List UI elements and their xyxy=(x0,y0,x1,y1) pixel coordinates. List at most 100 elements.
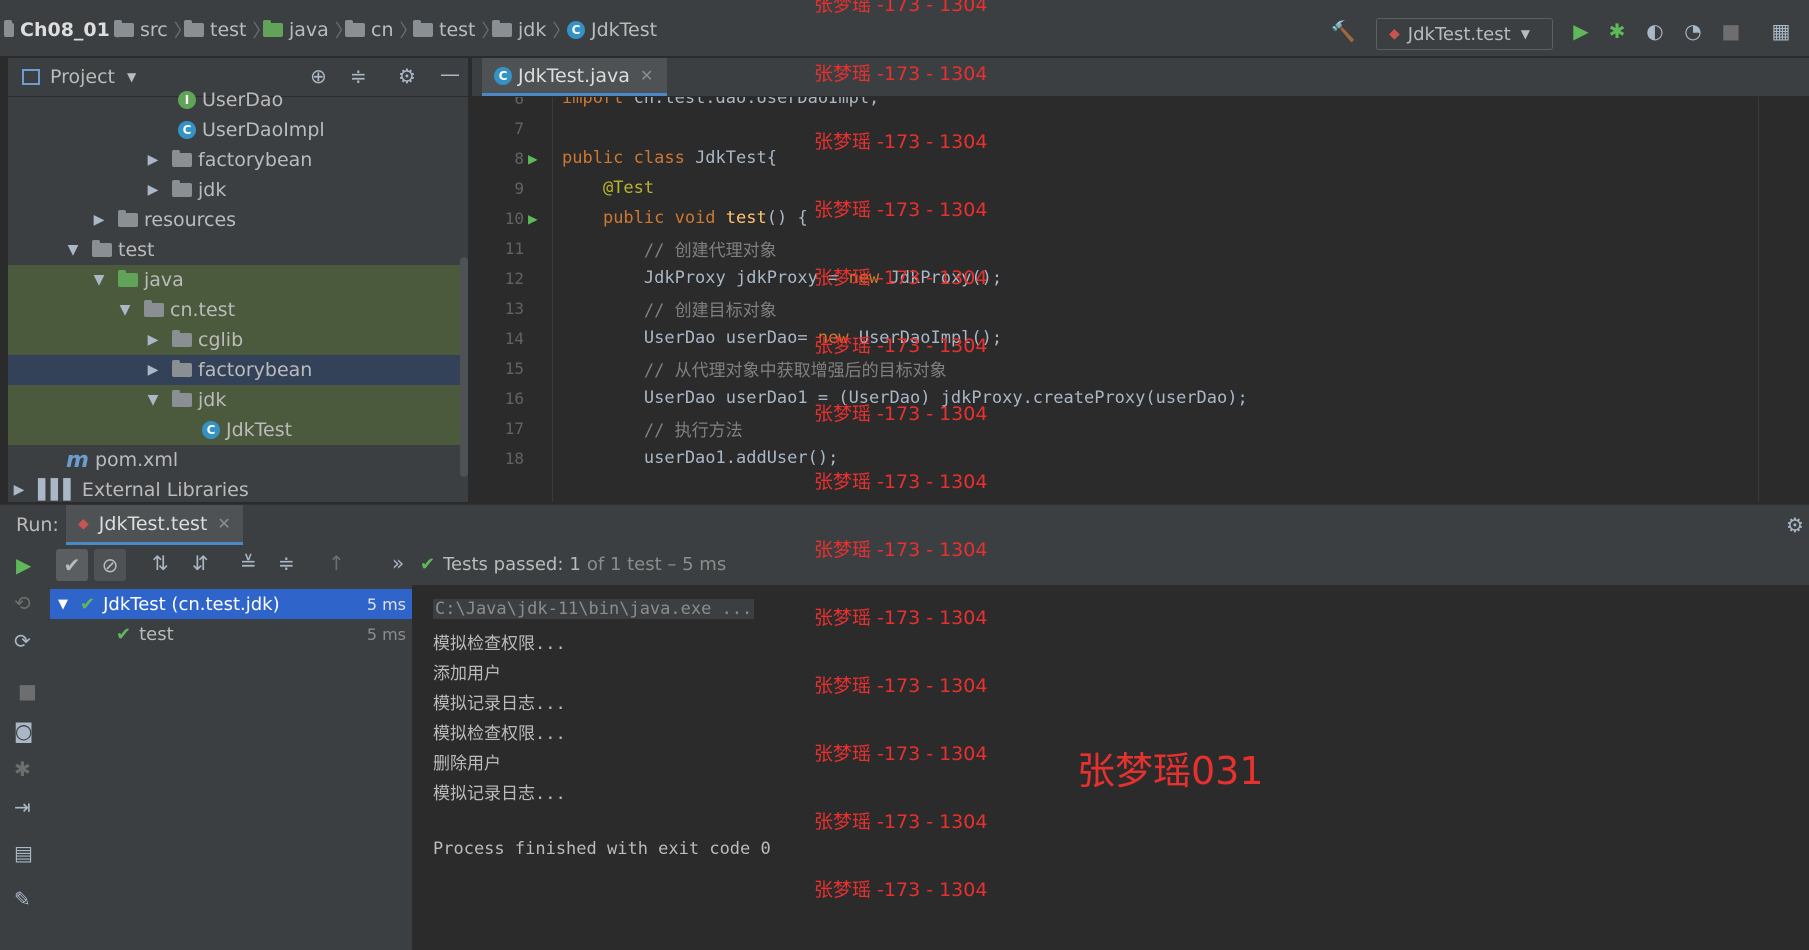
code-line: 8 ▶ public class JdkTest{ xyxy=(514,148,777,168)
run-configuration-select[interactable]: ◆ JdkTest.test ▼ xyxy=(1376,18,1553,50)
expand-arrow-icon[interactable]: ▶ xyxy=(144,332,162,348)
run-label: Run: xyxy=(16,514,59,536)
more-icon[interactable]: » xyxy=(392,551,404,575)
collapse-arrow-icon[interactable]: ▼ xyxy=(58,597,68,612)
collapse-arrow-icon[interactable]: ▼ xyxy=(64,242,82,258)
package-icon xyxy=(172,390,192,407)
project-icon xyxy=(22,69,40,85)
tree-item-factorybean[interactable]: ▶ factorybean xyxy=(8,145,460,175)
tree-item-userdao[interactable]: I UserDao xyxy=(8,85,460,115)
watermark-text: 张梦瑶 -173 - 1304 xyxy=(814,743,988,765)
tree-item-java[interactable]: ▼ java xyxy=(8,265,460,295)
tree-item-label: resources xyxy=(144,209,237,231)
code-line: 18 userDao1.addUser(); xyxy=(504,448,839,468)
expand-arrow-icon[interactable]: ▶ xyxy=(144,152,162,168)
chevron-down-icon: ▼ xyxy=(1520,27,1530,41)
watermark-text: 张梦瑶 -173 - 1304 xyxy=(814,879,988,901)
tree-item-label: test xyxy=(118,239,155,261)
collapse-arrow-icon[interactable]: ▼ xyxy=(144,392,162,408)
show-passed-icon[interactable]: ✔ xyxy=(56,549,88,581)
stop-icon[interactable]: ■ xyxy=(18,679,37,703)
show-ignored-icon[interactable]: ⊘ xyxy=(94,549,126,581)
test-suite-row[interactable]: ▼ ✔ JdkTest (cn.test.jdk) 5 ms xyxy=(50,589,412,619)
watermark-text: 张梦瑶 -173 - 1304 xyxy=(814,675,988,697)
exit-icon[interactable]: ⇥ xyxy=(14,795,31,819)
expand-arrow-icon[interactable]: ▶ xyxy=(144,362,162,378)
tree-item-cglib[interactable]: ▶ cglib xyxy=(8,325,460,355)
chevron-down-icon: ▼ xyxy=(127,70,137,84)
collapse-all-icon[interactable]: ≑ xyxy=(278,551,295,575)
package-icon xyxy=(172,360,192,377)
breadcrumb-label: java xyxy=(289,19,329,41)
breadcrumb-jdk[interactable]: jdk 〉 xyxy=(492,18,570,42)
check-icon: ✔ xyxy=(80,593,96,615)
run-icon[interactable]: ▶ xyxy=(1570,19,1592,43)
tree-item-cn-test[interactable]: ▼ cn.test xyxy=(8,295,460,325)
console-line: C:\Java\jdk-11\bin\java.exe ... xyxy=(433,599,755,619)
folder-icon xyxy=(92,240,112,257)
breadcrumb-test[interactable]: test 〉 xyxy=(184,18,271,42)
sort-by-duration-icon[interactable]: ⇵ xyxy=(192,551,209,575)
console-line: 模拟记录日志... xyxy=(433,784,566,804)
breadcrumb-test-package[interactable]: test 〉 xyxy=(413,18,500,42)
rerun-icon[interactable]: ▶ xyxy=(16,553,31,577)
breadcrumb-cn[interactable]: cn 〉 xyxy=(345,18,418,42)
expand-arrow-icon[interactable]: ▶ xyxy=(10,482,28,498)
code-line: 12 JdkProxy jdkProxy = new JdkProxy(); xyxy=(504,268,1003,288)
run-side-toolbar: ▶ ⟲ ⟳ ■ ◙ ✱ ⇥ ▤ ✎ xyxy=(0,545,51,950)
previous-failed-icon[interactable]: ↑ xyxy=(328,551,345,575)
stop-icon[interactable]: ■ xyxy=(1720,19,1742,43)
tree-item-label: External Libraries xyxy=(81,479,249,501)
expand-arrow-icon[interactable]: ▶ xyxy=(144,182,162,198)
camera-icon[interactable]: ◙ xyxy=(14,719,33,743)
rerun-failed-icon[interactable]: ⟲ xyxy=(14,591,31,615)
run-gutter-icon[interactable]: ▶ xyxy=(528,209,538,228)
package-icon xyxy=(172,150,192,167)
libraries-icon: ▌▌▌ xyxy=(38,479,78,501)
tree-scrollbar[interactable] xyxy=(460,257,468,477)
status-prefix: Tests passed: xyxy=(443,554,564,575)
profile-icon[interactable]: ◔ xyxy=(1682,19,1704,43)
tab-run-jdktest[interactable]: ◆ JdkTest.test ✕ xyxy=(66,505,243,545)
console-line: 模拟记录日志... xyxy=(433,694,566,714)
breadcrumb-java[interactable]: java 〉 xyxy=(263,18,353,42)
close-icon[interactable]: ✕ xyxy=(640,66,653,85)
coverage-icon[interactable]: ◐ xyxy=(1644,19,1666,43)
collapse-arrow-icon[interactable]: ▼ xyxy=(116,302,134,318)
tab-jdktest-java[interactable]: C JdkTest.java ✕ xyxy=(482,58,668,96)
test-time: 5 ms xyxy=(366,624,406,644)
tree-item-userdaoimpl[interactable]: C UserDaoImpl xyxy=(8,115,460,145)
sort-alphabetically-icon[interactable]: ⇅ xyxy=(152,551,169,575)
breadcrumb-jdktest[interactable]: C JdkTest xyxy=(567,18,657,42)
tree-item-jdk[interactable]: ▶ jdk xyxy=(8,175,460,205)
resources-folder-icon xyxy=(118,210,138,227)
test-case-row[interactable]: ✔ test 5 ms xyxy=(50,619,412,649)
build-hammer-icon[interactable]: 🔨 xyxy=(1331,19,1356,43)
watermark-text: 张梦瑶 -173 - 1304 xyxy=(814,607,988,629)
code-editor[interactable]: 6 import cn.test.dao.UserDaoImpl; 7 8 ▶ pub… xyxy=(472,97,1809,502)
expand-arrow-icon[interactable]: ▶ xyxy=(90,212,108,228)
tree-item-pom[interactable]: m pom.xml xyxy=(8,445,460,475)
tree-item-jdktest[interactable]: C JdkTest xyxy=(8,415,460,445)
debug-icon[interactable]: ✱ xyxy=(1606,19,1628,43)
breadcrumb-src[interactable]: src 〉 xyxy=(114,18,192,42)
debug-icon[interactable]: ✱ xyxy=(14,757,31,781)
tree-item-resources[interactable]: ▶ resources xyxy=(8,205,460,235)
tree-item-external-libraries[interactable]: ▶ ▌▌▌ External Libraries xyxy=(8,475,460,505)
toggle-auto-test-icon[interactable]: ⟳ xyxy=(14,629,31,653)
run-gutter-icon[interactable]: ▶ xyxy=(528,149,538,168)
tree-item-factorybean-test[interactable]: ▶ factorybean xyxy=(8,355,460,385)
project-structure-icon[interactable]: ▦ xyxy=(1770,19,1792,43)
tree-item-test[interactable]: ▼ test xyxy=(8,235,460,265)
minimize-icon[interactable]: — xyxy=(440,62,460,86)
expand-all-icon[interactable]: ≚ xyxy=(240,551,257,575)
package-icon xyxy=(172,180,192,197)
gear-icon[interactable]: ⚙ xyxy=(1786,513,1804,537)
tree-item-jdk-test[interactable]: ▼ jdk xyxy=(8,385,460,415)
watermark-text: 张梦瑶 -173 - 1304 xyxy=(814,131,988,153)
collapse-arrow-icon[interactable]: ▼ xyxy=(90,272,108,288)
tab-label: JdkTest.java xyxy=(518,64,630,87)
layout-icon[interactable]: ▤ xyxy=(14,841,33,865)
pin-icon[interactable]: ✎ xyxy=(14,887,31,911)
close-icon[interactable]: ✕ xyxy=(217,514,230,533)
